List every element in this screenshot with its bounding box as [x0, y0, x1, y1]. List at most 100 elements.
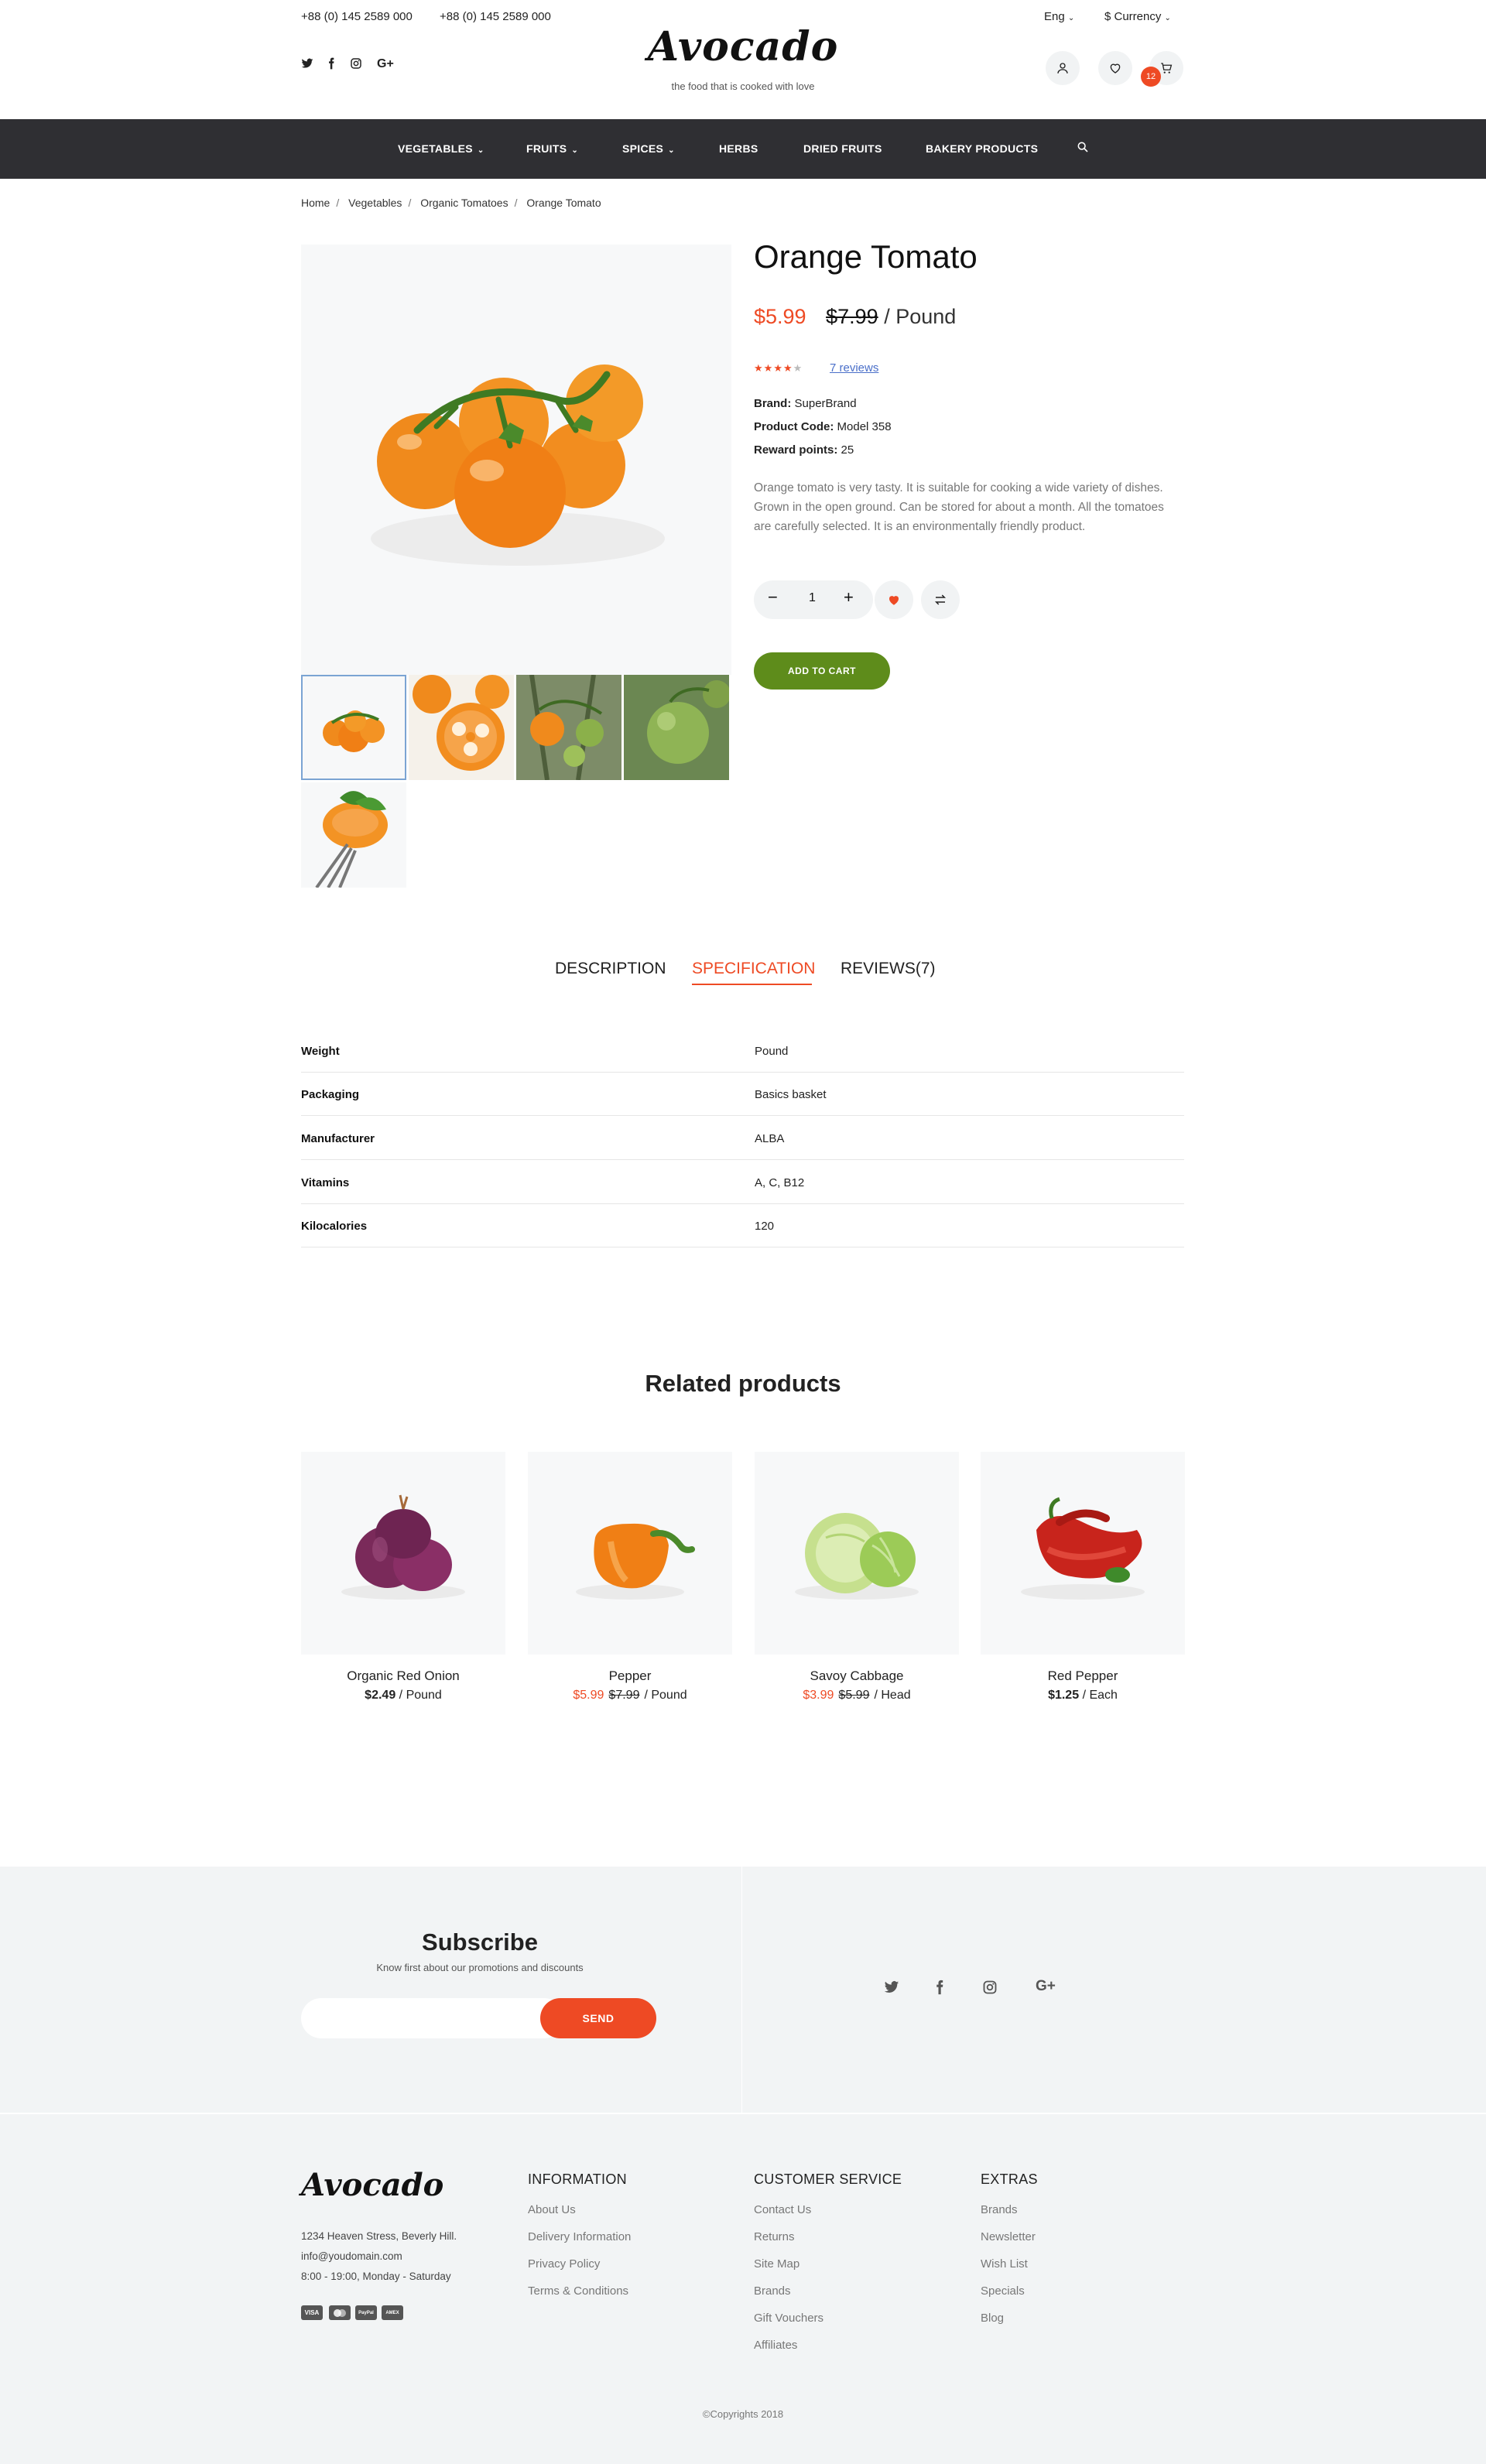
twitter-icon[interactable]	[884, 1980, 899, 1999]
product-image[interactable]	[981, 1452, 1185, 1655]
site-logo[interactable]: Avocado	[0, 23, 1486, 70]
star-icon: ★	[763, 362, 774, 374]
tab-description[interactable]: DESCRIPTION	[555, 960, 666, 978]
top-header: +88 (0) 145 2589 000 +88 (0) 145 2589 00…	[0, 0, 1486, 119]
subscribe-email-input[interactable]	[301, 1998, 564, 2038]
reward-points-attribute: Reward points: 25	[754, 443, 854, 457]
nav-item-dried-fruits[interactable]: DRIED FRUITS	[803, 142, 882, 155]
footer-link[interactable]: Delivery Information	[528, 2230, 631, 2243]
quantity-value[interactable]: 1	[809, 591, 816, 605]
reviews-link[interactable]: 7 reviews	[830, 361, 878, 375]
thumbnail-2[interactable]	[409, 675, 514, 780]
spec-row: Packaging Basics basket	[301, 1073, 1184, 1116]
subscribe-title: Subscribe	[422, 1928, 538, 1956]
tab-specification[interactable]: SPECIFICATION	[692, 960, 815, 978]
subscribe-section	[0, 1867, 1486, 2113]
product-name[interactable]: Pepper	[528, 1668, 732, 1684]
chevron-down-icon: ⌄	[571, 146, 579, 155]
product-price: $2.49 / Pound	[365, 1689, 442, 1702]
nav-item-spices[interactable]: SPICES ⌄	[622, 142, 675, 155]
google-plus-icon[interactable]: G+	[1036, 1978, 1056, 1995]
breadcrumb-organic-tomatoes[interactable]: Organic Tomatoes	[420, 197, 508, 209]
product-main-image[interactable]	[301, 245, 731, 675]
thumbnail-1[interactable]	[301, 675, 406, 780]
footer-link[interactable]: Wish List	[981, 2257, 1028, 2271]
phone-number-1[interactable]: +88 (0) 145 2589 000	[301, 10, 413, 23]
add-to-cart-button[interactable]: ADD TO CART	[754, 652, 890, 690]
product-card[interactable]: Pepper $5.99 $7.99/ Pound	[528, 1452, 732, 1703]
phone-number-2[interactable]: +88 (0) 145 2589 000	[440, 10, 551, 23]
search-icon[interactable]	[1077, 141, 1089, 156]
footer-link[interactable]: Brands	[981, 2203, 1018, 2216]
main-navigation: VEGETABLES ⌄ FRUITS ⌄ SPICES ⌄ HERBS DRIED …	[0, 119, 1486, 179]
product-card[interactable]: Savoy Cabbage $3.99 $5.99/ Head	[755, 1452, 959, 1703]
chevron-down-icon: ⌄	[1164, 14, 1171, 22]
paypal-icon: PayPal	[355, 2305, 377, 2320]
compare-icon	[934, 594, 947, 605]
add-to-wishlist-button[interactable]	[875, 580, 913, 619]
wishlist-button[interactable]	[1098, 51, 1132, 85]
footer-link[interactable]: Contact Us	[754, 2203, 811, 2216]
product-name[interactable]: Red Pepper	[981, 1668, 1185, 1684]
brand-link[interactable]: SuperBrand	[795, 397, 857, 410]
product-price: $3.99 $5.99/ Head	[803, 1689, 911, 1702]
footer-link[interactable]: Gift Vouchers	[754, 2312, 823, 2325]
send-button[interactable]: SEND	[540, 1998, 656, 2038]
product-title: Orange Tomato	[754, 238, 978, 275]
spec-row: Manufacturer ALBA	[301, 1117, 1184, 1160]
footer-email[interactable]: info@youdomain.com	[301, 2250, 402, 2262]
instagram-icon[interactable]	[982, 1980, 998, 1999]
footer-link[interactable]: Brands	[754, 2284, 791, 2298]
product-name[interactable]: Organic Red Onion	[301, 1668, 505, 1684]
quantity-stepper: − 1 +	[754, 580, 873, 619]
chevron-down-icon: ⌄	[668, 146, 675, 155]
footer-link[interactable]: Newsletter	[981, 2230, 1036, 2243]
spec-row: Weight Pound	[301, 1029, 1184, 1073]
language-selector[interactable]: Eng ⌄	[1044, 10, 1074, 23]
heart-icon	[889, 596, 899, 605]
tab-reviews[interactable]: REVIEWS(7)	[841, 960, 936, 978]
footer-logo[interactable]: Avocado	[301, 2167, 443, 2203]
facebook-icon[interactable]	[932, 1980, 947, 1999]
product-card[interactable]: Red Pepper $1.25 / Each	[981, 1452, 1185, 1703]
plus-icon[interactable]: +	[844, 587, 854, 607]
compare-button[interactable]	[921, 580, 960, 619]
minus-icon[interactable]: −	[768, 587, 778, 607]
product-card[interactable]: Organic Red Onion $2.49 / Pound	[301, 1452, 505, 1703]
nav-item-vegetables[interactable]: VEGETABLES ⌄	[398, 142, 484, 155]
footer-link[interactable]: Affiliates	[754, 2339, 797, 2352]
breadcrumb: Home / Vegetables / Organic Tomatoes / Oran…	[301, 197, 601, 209]
thumbnail-4[interactable]	[624, 675, 729, 780]
nav-item-herbs[interactable]: HERBS	[719, 142, 758, 155]
product-image[interactable]	[301, 1452, 505, 1655]
star-icon: ★	[773, 362, 783, 374]
currency-selector[interactable]: $ Currency ⌄	[1104, 10, 1171, 23]
visa-icon: VISA	[301, 2305, 323, 2320]
footer-link[interactable]: Specials	[981, 2284, 1025, 2298]
chevron-down-icon: ⌄	[1067, 14, 1075, 22]
product-image[interactable]	[528, 1452, 732, 1655]
footer-link[interactable]: Returns	[754, 2230, 795, 2243]
product-name[interactable]: Savoy Cabbage	[755, 1668, 959, 1684]
footer-address: 1234 Heaven Stress, Beverly Hill.	[301, 2230, 457, 2242]
thumbnail-5[interactable]	[301, 782, 406, 888]
product-image[interactable]	[755, 1452, 959, 1655]
footer-link[interactable]: Terms & Conditions	[528, 2284, 628, 2298]
product-code-attribute: Product Code: Model 358	[754, 420, 892, 433]
thumbnail-3[interactable]	[516, 675, 621, 780]
section-divider	[741, 1867, 742, 2113]
breadcrumb-vegetables[interactable]: Vegetables	[348, 197, 402, 209]
mastercard-icon	[329, 2305, 351, 2320]
footer-link[interactable]: Site Map	[754, 2257, 799, 2271]
spec-row: Kilocalories 120	[301, 1204, 1184, 1247]
footer-link[interactable]: Blog	[981, 2312, 1004, 2325]
footer-link[interactable]: Privacy Policy	[528, 2257, 600, 2271]
cart-count-badge: 12	[1141, 67, 1161, 87]
account-button[interactable]	[1046, 51, 1080, 85]
nav-item-fruits[interactable]: FRUITS ⌄	[526, 142, 578, 155]
nav-item-bakery-products[interactable]: BAKERY PRODUCTS	[926, 142, 1038, 155]
footer-hours: 8:00 - 19:00, Monday - Saturday	[301, 2271, 451, 2282]
breadcrumb-home[interactable]: Home	[301, 197, 330, 209]
site-tagline: the food that is cooked with love	[671, 80, 815, 92]
footer-link[interactable]: About Us	[528, 2203, 576, 2216]
